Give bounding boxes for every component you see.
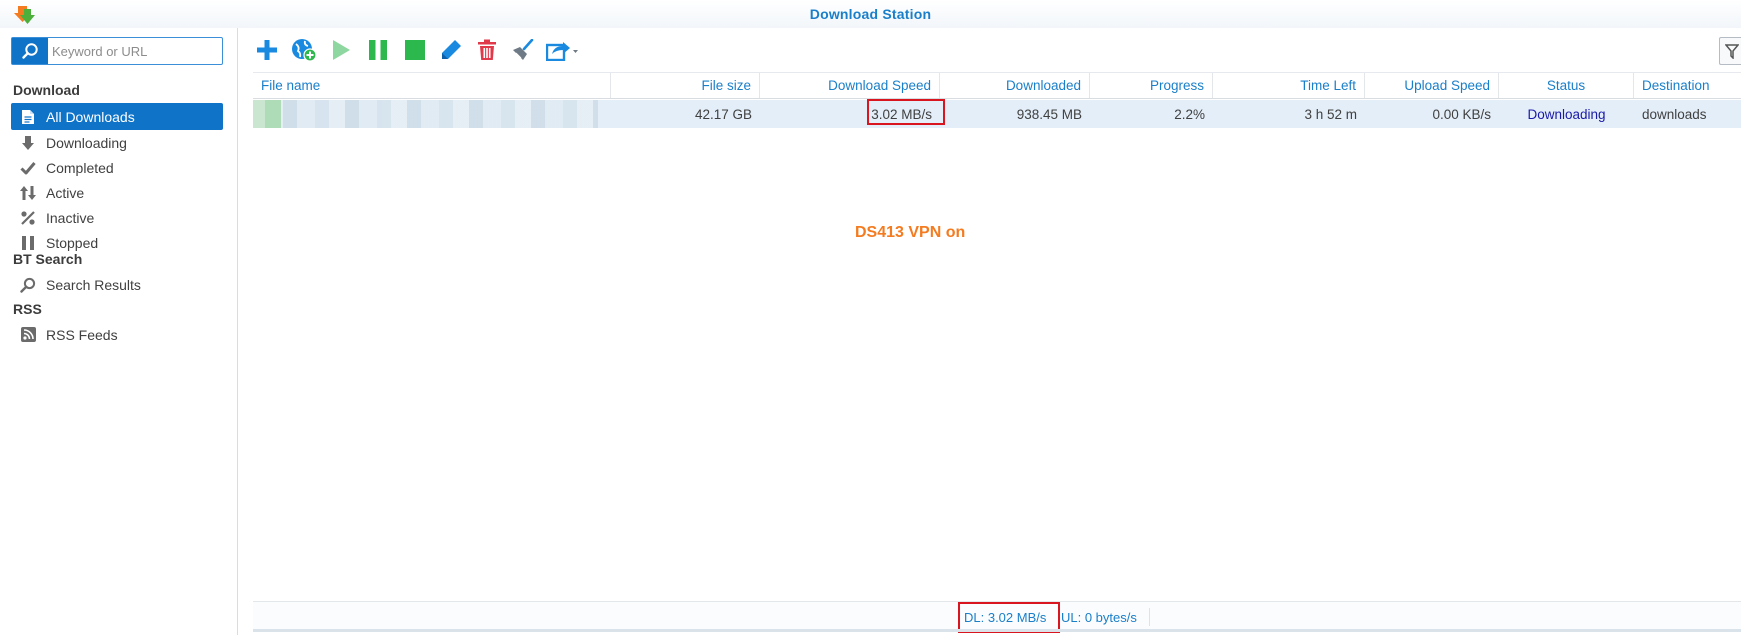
- grid-header: File name File size Download Speed Downl…: [253, 72, 1741, 99]
- column-header-file-size[interactable]: File size: [611, 73, 760, 98]
- sidebar-item-inactive[interactable]: Inactive: [11, 204, 223, 231]
- app-title: Download Station: [809, 6, 932, 22]
- add-url-button[interactable]: [290, 37, 318, 63]
- delete-icon: [478, 39, 496, 60]
- column-header-file-name[interactable]: File name: [253, 73, 611, 98]
- stop-icon: [405, 40, 425, 60]
- progress-cell: 2.2%: [1174, 106, 1205, 122]
- pause-icon: [369, 40, 387, 60]
- table-row[interactable]: 42.17 GB 3.02 MB/s 938.45 MB 2.2% 3 h 52…: [253, 100, 1741, 128]
- file-name-cell: [253, 100, 598, 128]
- column-header-download-speed[interactable]: Download Speed: [760, 73, 940, 98]
- add-url-globe-icon: [292, 39, 317, 62]
- arrow-down-icon: [20, 135, 36, 151]
- toolbar: [239, 28, 1741, 72]
- resume-button[interactable]: [327, 37, 355, 63]
- pause-button[interactable]: [364, 37, 392, 63]
- column-header-time-left[interactable]: Time Left: [1213, 73, 1365, 98]
- percent-icon: [20, 210, 36, 226]
- column-header-status[interactable]: Status: [1499, 73, 1634, 98]
- filter-icon: [1725, 44, 1739, 59]
- sidebar-item-label: RSS Feeds: [46, 326, 118, 343]
- sidebar-item-all-downloads[interactable]: All Downloads: [11, 103, 223, 130]
- rss-icon: [20, 327, 36, 343]
- downloaded-cell: 938.45 MB: [1016, 106, 1082, 122]
- pause-bars-icon: [20, 235, 36, 251]
- sidebar-item-completed[interactable]: Completed: [11, 154, 223, 181]
- add-button[interactable]: [253, 37, 281, 63]
- clear-completed-button[interactable]: [509, 37, 537, 63]
- filter-button[interactable]: [1719, 37, 1741, 65]
- sidebar: Download All Downloads Downloading Compl…: [0, 28, 238, 635]
- sidebar-item-label: Downloading: [46, 134, 127, 151]
- ul-speed-status: UL: 0 bytes/s: [1061, 609, 1137, 625]
- search-icon: [22, 43, 38, 59]
- resume-icon: [333, 40, 350, 60]
- clear-completed-icon: [513, 39, 534, 60]
- status-bar: DL: 3.02 MB/s UL: 0 bytes/s: [253, 601, 1741, 633]
- dl-speed-status: DL: 3.02 MB/s: [964, 609, 1047, 625]
- status-cell: Downloading: [1527, 106, 1606, 122]
- sidebar-item-label: Active: [46, 184, 85, 201]
- checkmark-icon: [20, 160, 36, 176]
- sidebar-item-downloading[interactable]: Downloading: [11, 129, 223, 156]
- section-title-download: Download: [13, 82, 80, 98]
- search-button[interactable]: [12, 38, 48, 64]
- sidebar-item-label: Search Results: [46, 276, 141, 293]
- column-header-downloaded[interactable]: Downloaded: [940, 73, 1090, 98]
- download-speed-cell: 3.02 MB/s: [871, 106, 932, 122]
- destination-cell: downloads: [1642, 106, 1707, 122]
- add-icon: [257, 40, 277, 60]
- upload-speed-cell: 0.00 KB/s: [1432, 106, 1491, 122]
- sidebar-item-search-results[interactable]: Search Results: [11, 271, 223, 298]
- edit-icon: [442, 40, 461, 59]
- title-bar: Download Station: [0, 0, 1741, 28]
- status-divider: [1059, 608, 1060, 626]
- sidebar-item-label: Inactive: [46, 209, 95, 226]
- sidebar-item-label: Completed: [46, 159, 114, 176]
- stop-button[interactable]: [401, 37, 429, 63]
- section-title-rss: RSS: [13, 301, 42, 317]
- download-grid: File name File size Download Speed Downl…: [253, 72, 1741, 602]
- sidebar-item-label: All Downloads: [46, 108, 135, 125]
- edit-button[interactable]: [437, 37, 465, 63]
- sidebar-item-rss-feeds[interactable]: RSS Feeds: [11, 321, 223, 348]
- document-icon: [20, 109, 36, 125]
- annotation-text: DS413 VPN on: [855, 224, 966, 241]
- sidebar-item-active[interactable]: Active: [11, 179, 223, 206]
- up-down-arrows-icon: [20, 185, 36, 201]
- status-divider: [1149, 608, 1150, 626]
- file-size-cell: 42.17 GB: [694, 106, 752, 122]
- file-type-icon: [253, 100, 281, 128]
- share-menu-button[interactable]: [545, 37, 579, 63]
- time-left-cell: 3 h 52 m: [1304, 106, 1357, 122]
- section-title-bt-search: BT Search: [13, 251, 83, 267]
- status-bar-edge: [253, 629, 1741, 632]
- search-box: [11, 37, 223, 65]
- column-header-destination[interactable]: Destination: [1634, 73, 1741, 98]
- search-input[interactable]: [52, 41, 217, 61]
- share-menu-icon: [546, 42, 578, 61]
- delete-button[interactable]: [473, 37, 501, 63]
- column-header-progress[interactable]: Progress: [1090, 73, 1213, 98]
- sidebar-item-label: Stopped: [46, 234, 99, 251]
- column-header-upload-speed[interactable]: Upload Speed: [1365, 73, 1499, 98]
- magnifier-icon: [20, 277, 36, 293]
